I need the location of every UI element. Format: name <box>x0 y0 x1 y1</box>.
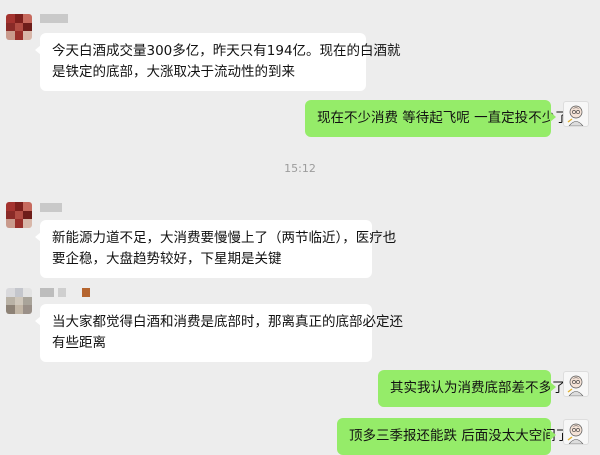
message-line: 其实我认为消费底部差不多了 <box>390 380 566 396</box>
contact-avatar[interactable] <box>6 288 32 314</box>
message-row: 顶多三季报还能跌 后面没太大空间了 <box>0 413 600 455</box>
message-line: 是铁定的底部，大涨取决于流动性的到来 <box>52 64 295 80</box>
user-avatar[interactable] <box>563 419 589 445</box>
message-line: 顶多三季报还能跌 后面没太大空间了 <box>349 428 570 444</box>
message-row: 新能源力道不足，大消费要慢慢上了（两节临近），医疗也 要企稳，大盘趋势较好，下星… <box>0 195 600 278</box>
user-avatar[interactable] <box>563 101 589 127</box>
message-row: 其实我认为消费底部差不多了 <box>0 366 600 407</box>
chat-timestamp: 15:12 <box>284 162 316 175</box>
message-line: 当大家都觉得白酒和消费是底部时，那离真正的底部必定还 <box>52 314 403 330</box>
message-row: 现在不少消费 等待起飞呢 一直定投不少了 <box>0 95 600 137</box>
message-line: 要企稳，大盘趋势较好，下星期是关键 <box>52 251 282 267</box>
message-line: 新能源力道不足，大消费要慢慢上了（两节临近），医疗也 <box>52 230 397 246</box>
sender-name <box>40 14 68 23</box>
sender-name-extra <box>58 288 66 297</box>
message-row: 当大家都觉得白酒和消费是底部时，那离真正的底部必定还 有些距离 <box>0 282 600 362</box>
message-line: 今天白酒成交量300多亿，昨天只有194亿。现在的白酒就 <box>52 43 401 59</box>
message-bubble[interactable]: 新能源力道不足，大消费要慢慢上了（两节临近），医疗也 要企稳，大盘趋势较好，下星… <box>35 220 397 278</box>
contact-avatar[interactable] <box>6 202 32 228</box>
cartoon-avatar-icon <box>567 375 584 396</box>
cartoon-avatar-icon <box>567 105 584 126</box>
message-bubble[interactable]: 顶多三季报还能跌 后面没太大空间了 <box>337 418 570 455</box>
message-bubble[interactable]: 现在不少消费 等待起飞呢 一直定投不少了 <box>305 100 569 137</box>
sender-name <box>40 288 54 297</box>
message-bubble[interactable]: 其实我认为消费底部差不多了 <box>378 370 566 407</box>
message-line: 现在不少消费 等待起飞呢 一直定投不少了 <box>317 110 569 126</box>
user-avatar[interactable] <box>563 371 589 397</box>
cartoon-avatar-icon <box>567 423 584 444</box>
message-line: 有些距离 <box>52 335 106 351</box>
message-bubble[interactable]: 当大家都觉得白酒和消费是底部时，那离真正的底部必定还 有些距离 <box>35 304 403 362</box>
sender-name <box>40 203 62 212</box>
contact-avatar[interactable] <box>6 14 32 40</box>
sender-name-badge <box>82 288 90 297</box>
message-bubble[interactable]: 今天白酒成交量300多亿，昨天只有194亿。现在的白酒就 是铁定的底部，大涨取决… <box>35 33 401 91</box>
message-row: 今天白酒成交量300多亿，昨天只有194亿。现在的白酒就 是铁定的底部，大涨取决… <box>0 0 600 91</box>
